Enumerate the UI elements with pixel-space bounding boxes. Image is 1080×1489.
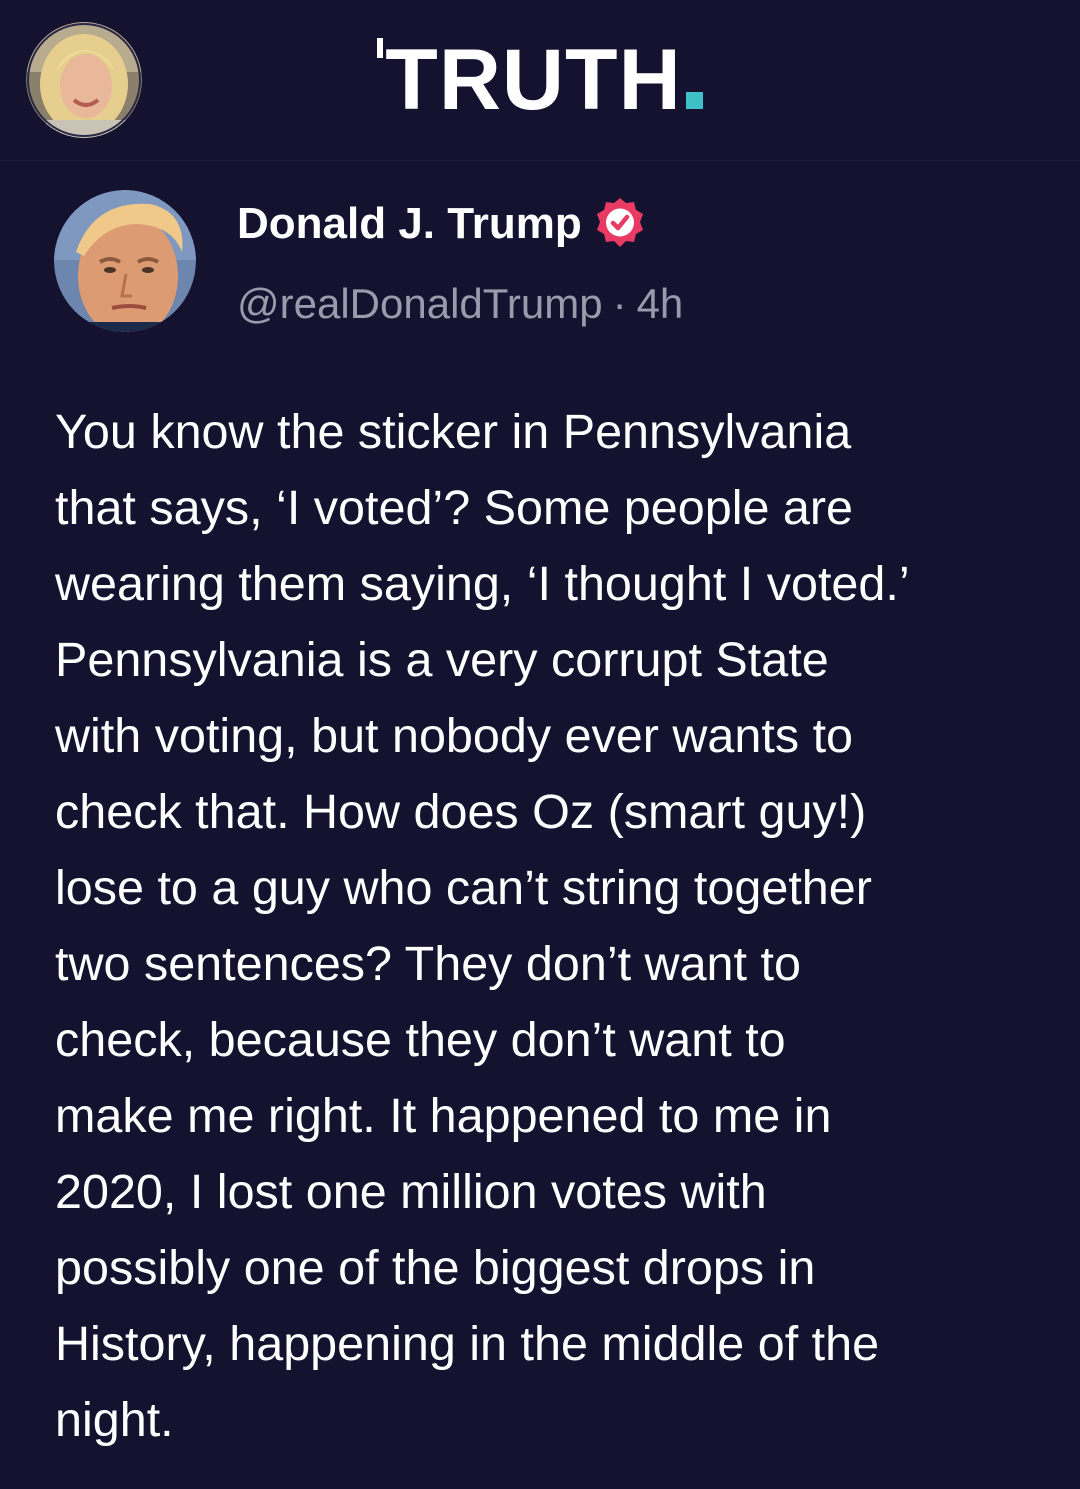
post-body-line: check that. How does Oz (smart guy!) [55, 785, 867, 839]
post-body-line: possibly one of the biggest drops in [55, 1241, 816, 1295]
logo-dot [685, 92, 703, 109]
post-body-line: You know the sticker in Pennsylvania [55, 405, 852, 459]
post-body: You know the sticker in Pennsylvania tha… [55, 394, 1045, 1458]
author-handle[interactable]: @realDonaldTrump [237, 280, 603, 327]
post-body-line: 2020, I lost one million votes with [55, 1165, 767, 1219]
verified-badge-icon [596, 198, 643, 248]
post-timestamp[interactable]: 4h [637, 280, 684, 327]
post-body-line: night. [55, 1393, 174, 1447]
post-meta: @realDonaldTrump · 4h [237, 278, 683, 330]
author-name-row: Donald J. Trump [237, 196, 648, 252]
truth-social-screen: TRUTH Donald J. Trump @realDonaldTrump ·… [0, 0, 1080, 1489]
post-body-line: make me right. It happened to me in [55, 1089, 832, 1143]
post-body-line: wearing them saying, ‘I thought I voted.… [55, 557, 910, 611]
post-body-line: with voting, but nobody ever wants to [55, 709, 854, 763]
post-body-line: that says, ‘I voted’? Some people are [55, 481, 854, 535]
author-photo-icon [54, 190, 196, 332]
post-body-line: lose to a guy who can’t string together [55, 861, 872, 915]
post-body-line: check, because they don’t want to [55, 1013, 786, 1067]
logo-text: TRUTH [385, 32, 682, 128]
post-body-line: History, happening in the middle of the [55, 1317, 880, 1371]
author-avatar[interactable] [54, 190, 196, 332]
post-body-line: Pennsylvania is a very corrupt State [55, 633, 829, 687]
post-body-line: two sentences? They don’t want to [55, 937, 801, 991]
truth-logo[interactable]: TRUTH [0, 30, 1080, 130]
top-bar: TRUTH [0, 0, 1080, 161]
meta-separator: · [612, 280, 627, 327]
author-name[interactable]: Donald J. Trump [237, 199, 582, 248]
logo-tick-mark [377, 38, 384, 58]
